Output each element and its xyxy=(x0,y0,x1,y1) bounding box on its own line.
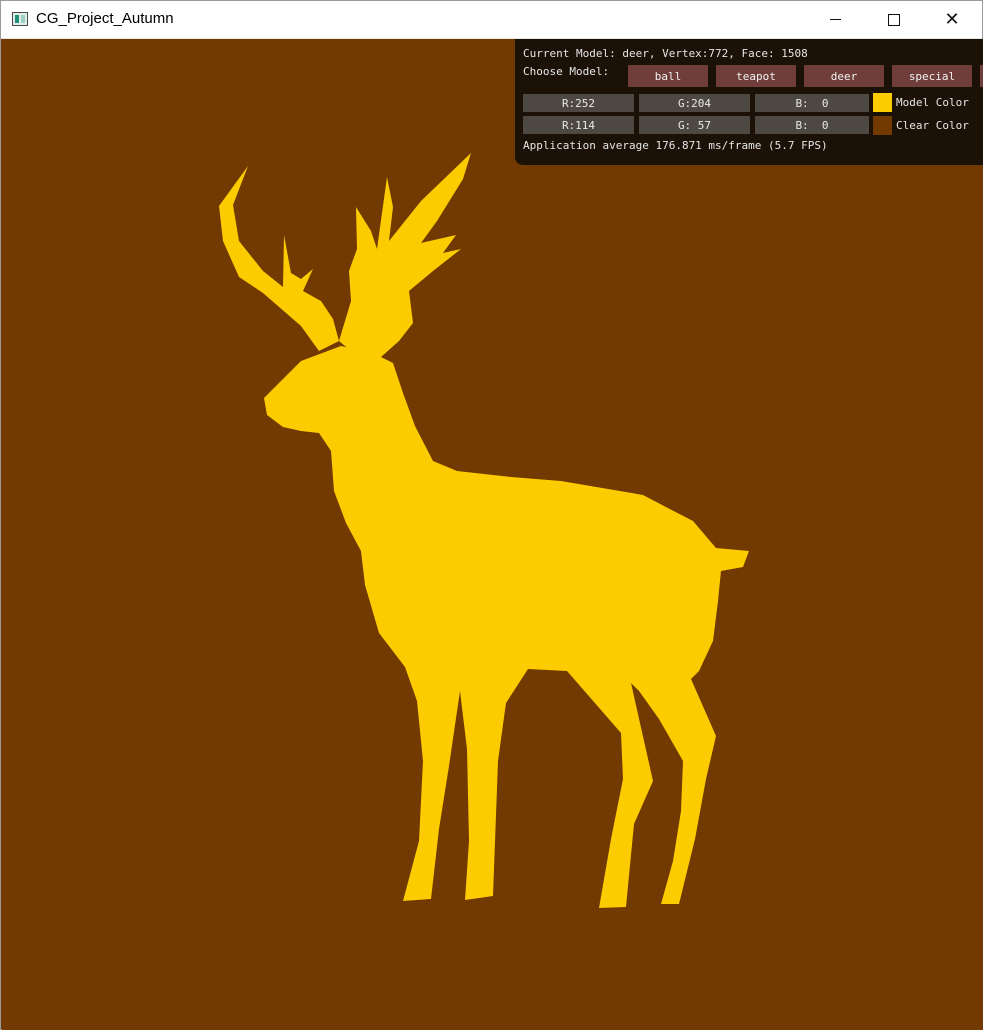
model-color-b-field[interactable]: B: 0 xyxy=(755,94,869,112)
clear-color-label: Clear Color xyxy=(896,119,969,132)
control-panel: Current Model: deer, Vertex:772, Face: 1… xyxy=(515,39,983,165)
model-color-r-field[interactable]: R:252 xyxy=(523,94,634,112)
model-color-label: Model Color xyxy=(896,96,969,109)
deer-silhouette xyxy=(219,153,749,908)
clear-color-g-field[interactable]: G: 57 xyxy=(639,116,750,134)
fps-text: Application average 176.871 ms/frame (5.… xyxy=(523,139,828,152)
model-button-teapot[interactable]: teapot xyxy=(716,65,796,87)
clear-color-swatch[interactable] xyxy=(873,116,892,135)
model-button-deer[interactable]: deer xyxy=(804,65,884,87)
minimize-button[interactable] xyxy=(806,1,864,38)
maximize-icon xyxy=(888,13,900,26)
maximize-button[interactable] xyxy=(865,1,923,38)
deer-antler-left xyxy=(219,166,339,351)
close-icon: ✕ xyxy=(944,8,960,30)
model-info-text: Current Model: deer, Vertex:772, Face: 1… xyxy=(523,47,808,60)
close-button[interactable]: ✕ xyxy=(923,1,981,38)
model-button-ball[interactable]: ball xyxy=(628,65,708,87)
model-button-special[interactable]: special xyxy=(892,65,972,87)
deer-antler-right xyxy=(339,153,471,361)
minimize-icon xyxy=(829,19,841,20)
model-color-g-field[interactable]: G:204 xyxy=(639,94,750,112)
deer-model xyxy=(219,153,749,908)
model-color-swatch[interactable] xyxy=(873,93,892,112)
app-window-icon xyxy=(12,12,28,26)
deer-body xyxy=(264,346,749,908)
clear-color-r-field[interactable]: R:114 xyxy=(523,116,634,134)
window-title: CG_Project_Autumn xyxy=(36,10,174,27)
clear-color-b-field[interactable]: B: 0 xyxy=(755,116,869,134)
app-window: CG_Project_Autumn ✕ Current Model: deer,… xyxy=(0,0,983,1030)
choose-model-label: Choose Model: xyxy=(523,65,610,78)
title-bar[interactable]: CG_Project_Autumn ✕ xyxy=(1,1,982,39)
render-viewport[interactable] xyxy=(2,39,983,1030)
